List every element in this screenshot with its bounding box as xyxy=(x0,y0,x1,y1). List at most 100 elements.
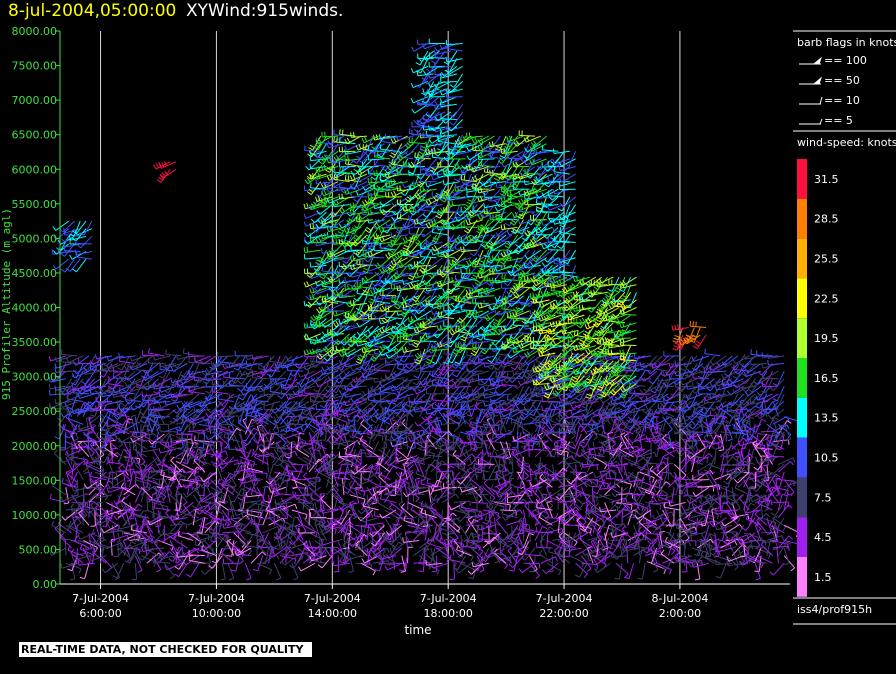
wind-barb-4853 xyxy=(441,111,458,124)
wind-barb-2053 xyxy=(725,555,739,571)
wind-barb-1081 xyxy=(413,545,430,557)
wind-barb-2202 xyxy=(772,517,787,532)
wind-barb-950 xyxy=(367,455,384,462)
wind-barb-140 xyxy=(105,456,113,474)
wind-barb-1320 xyxy=(488,503,502,518)
wind-barb-1445 xyxy=(525,525,532,543)
wind-barb-380 xyxy=(173,534,188,549)
wind-barb-1991 xyxy=(686,479,704,488)
wind-barb-2447 xyxy=(148,348,165,357)
wind-barb-865 xyxy=(337,538,345,556)
wind-barb-211 xyxy=(126,464,133,482)
wind-barb-4793 xyxy=(414,73,429,88)
wind-barb-3265 xyxy=(582,408,600,419)
wind-barb-4369 xyxy=(448,200,466,207)
wind-barb-1992 xyxy=(686,471,704,481)
wind-barb-1426 xyxy=(506,531,524,538)
wind-barb-612 xyxy=(262,554,280,564)
wind-barb-69 xyxy=(66,448,84,457)
wind-barb-2270 xyxy=(54,363,72,369)
wind-barb-4199 xyxy=(416,173,432,188)
wind-barb-396 xyxy=(193,562,210,569)
wind-barb-558 xyxy=(244,563,252,581)
wind-barb-1 xyxy=(64,539,71,556)
wind-barb-72 xyxy=(79,563,90,580)
wind-barb-2469 xyxy=(163,355,177,371)
wind-barb-3866 xyxy=(351,280,368,291)
wind-barb-3638 xyxy=(303,247,321,253)
wind-barb-3059 xyxy=(474,385,490,399)
wind-barb-4755 xyxy=(523,135,542,143)
wind-barb-3426 xyxy=(663,351,680,357)
wind-barb-2204 xyxy=(772,501,790,508)
wind-barb-1350 xyxy=(491,546,501,564)
wind-barb-3747 xyxy=(326,302,345,311)
wind-barb-3656 xyxy=(310,333,327,345)
wind-barb-847 xyxy=(333,555,340,573)
wind-barb-4696 xyxy=(517,143,530,159)
wind-barb-917 xyxy=(355,432,373,438)
wind-barbs xyxy=(48,38,802,581)
wind-barb-328 xyxy=(169,520,185,534)
wind-barb-4620 xyxy=(501,273,518,282)
wind-barb-166 xyxy=(116,532,122,551)
wind-barb-486 xyxy=(220,563,226,581)
wind-barb-2260 xyxy=(48,355,66,362)
wind-barb-1268 xyxy=(471,501,488,509)
wind-barb-3531 xyxy=(725,393,739,409)
wind-barb-3914 xyxy=(362,135,374,152)
wind-barb-3742 xyxy=(327,335,344,342)
wind-barb-2192 xyxy=(753,456,768,471)
wind-barb-1206 xyxy=(449,563,455,580)
wind-barb-576 xyxy=(250,551,267,564)
wind-barb-417 xyxy=(198,535,217,541)
wind-barb-4421 xyxy=(460,246,478,253)
wind-barb-4465 xyxy=(466,132,483,139)
wind-barb-2237 xyxy=(783,524,799,538)
wind-barb-4221 xyxy=(420,226,437,238)
wind-barb-552 xyxy=(223,471,240,482)
wind-barb-918 xyxy=(361,562,376,576)
wind-barb-1567 xyxy=(569,555,585,568)
wind-barb-632 xyxy=(260,547,270,565)
wind-barb-1178 xyxy=(442,493,460,503)
wind-barb-539 xyxy=(233,433,241,452)
wind-barb-2310 xyxy=(77,393,95,399)
wind-barb-488 xyxy=(211,547,223,564)
wind-barb-4256 xyxy=(425,181,443,188)
wind-barb-420 xyxy=(183,508,200,519)
wind-barb-3487 xyxy=(698,389,715,395)
wind-barb-2480 xyxy=(165,349,182,357)
wind-barb-836 xyxy=(327,502,333,519)
wind-barb-3885 xyxy=(350,132,368,138)
wind-barb-1496 xyxy=(546,531,554,549)
wind-barb-3997 xyxy=(373,159,391,167)
wind-barb-346 xyxy=(158,529,176,536)
wind-barb-1955 xyxy=(675,473,692,481)
wind-barb-2513 xyxy=(182,348,200,357)
wind-barb-414 xyxy=(186,563,200,578)
wind-barb-2182 xyxy=(756,516,768,534)
wind-barb-1735 xyxy=(606,509,623,522)
wind-barb-3250 xyxy=(570,348,588,357)
wind-barb-2133 xyxy=(734,483,750,496)
wind-barb-1800 xyxy=(637,563,646,580)
wind-barb-1622 xyxy=(577,531,588,549)
wind-barb-2348 xyxy=(94,354,113,360)
wind-barb-1710 xyxy=(615,562,629,578)
wind-barb-2612 xyxy=(234,350,252,357)
wind-barb-2252 xyxy=(65,416,78,433)
wind-barb-2052 xyxy=(715,563,727,579)
wind-barb-2473 xyxy=(169,408,183,424)
wind-barb-2478 xyxy=(170,370,183,387)
wind-barb-1101 xyxy=(402,537,420,543)
wind-barb-3367 xyxy=(636,385,652,400)
wind-barb-1062 xyxy=(407,546,413,564)
wind-barb-3590 xyxy=(750,359,767,366)
wind-barb-648 xyxy=(273,563,282,581)
wind-barb-466 xyxy=(194,435,211,443)
wind-barb-2132 xyxy=(748,485,756,503)
wind-barb-3602 xyxy=(756,350,773,357)
wind-barb-1045 xyxy=(400,555,407,573)
wind-barb-3017 xyxy=(451,370,466,384)
